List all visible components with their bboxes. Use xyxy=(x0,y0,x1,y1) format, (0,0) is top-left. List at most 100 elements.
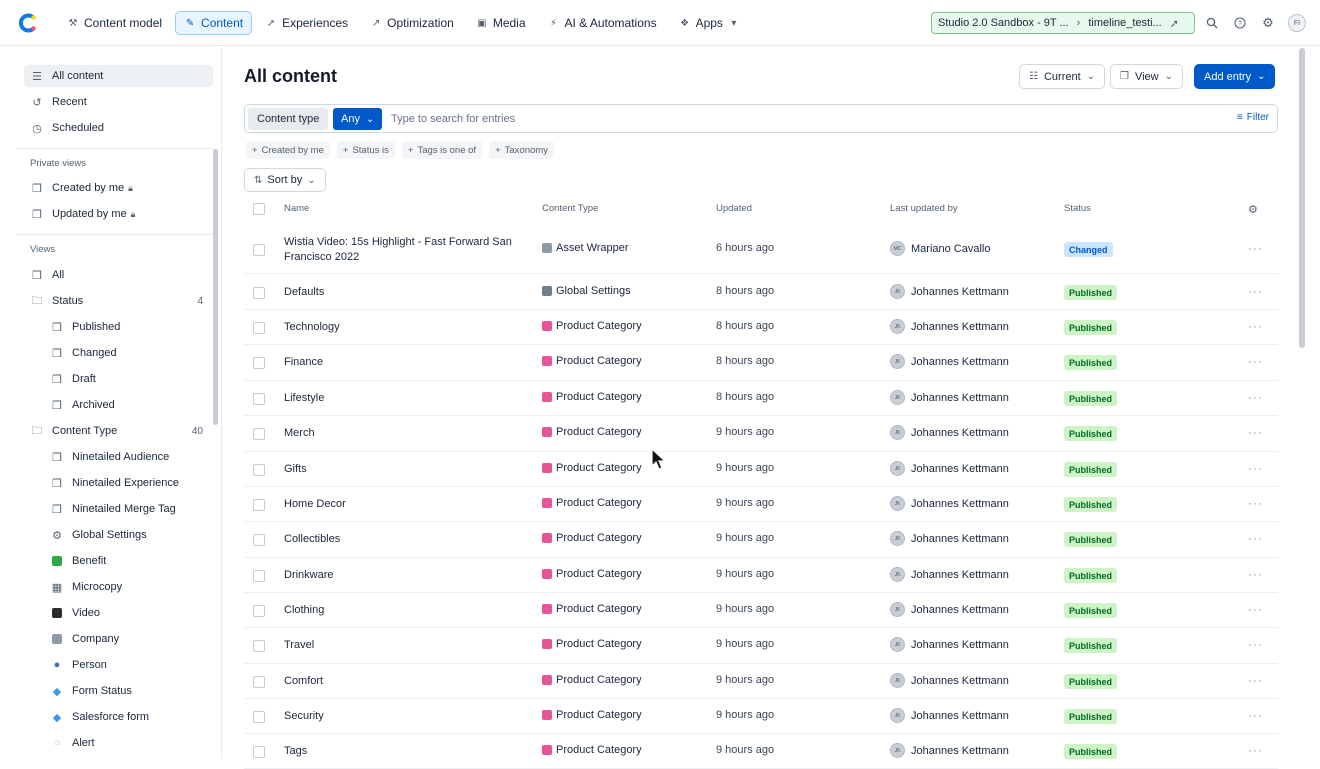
sidebar-item-all[interactable]: ❒ All xyxy=(24,264,213,286)
sidebar-item-form-status[interactable]: ◆ Form Status xyxy=(44,680,204,702)
sidebar-folder-content-type[interactable]: 🗀︎ Content Type 40 xyxy=(24,420,213,442)
table-row[interactable]: Security Product Category 9 hours ago JK Joh… xyxy=(244,699,1278,734)
sidebar-item-all-content[interactable]: ☰ All content xyxy=(24,65,213,87)
help-icon[interactable]: ? xyxy=(1232,15,1248,31)
more-options-icon[interactable]: ··· xyxy=(1248,425,1263,439)
sidebar-folder-status[interactable]: 🗀︎ Status 4 xyxy=(24,290,213,312)
row-checkbox[interactable] xyxy=(253,746,265,758)
entry-name[interactable]: Collectibles xyxy=(284,532,524,547)
sort-by-button[interactable]: ⇅ Sort by ⌄ xyxy=(244,168,326,192)
gear-icon[interactable]: ⚙ xyxy=(1260,15,1276,31)
sidebar-item-scheduled[interactable]: ◷ Scheduled xyxy=(24,117,213,139)
entry-name[interactable]: Travel xyxy=(284,638,524,653)
sidebar-item-microcopy[interactable]: ▦ Microcopy xyxy=(44,576,204,598)
more-options-icon[interactable]: ··· xyxy=(1248,673,1263,687)
entry-name[interactable]: Comfort xyxy=(284,674,524,689)
column-header-status[interactable]: Status xyxy=(1064,203,1091,214)
row-checkbox[interactable] xyxy=(253,244,265,256)
filter-button[interactable]: ≡ Filter xyxy=(1237,112,1269,123)
row-checkbox[interactable] xyxy=(253,322,265,334)
environment-switcher[interactable]: Studio 2.0 Sandbox - 9T ... › timeline_t… xyxy=(931,12,1195,34)
row-checkbox[interactable] xyxy=(253,640,265,652)
gear-icon[interactable]: ⚙ xyxy=(1248,203,1258,216)
nav-ai-automations[interactable]: ⚡ AI & Automations xyxy=(539,11,666,35)
table-row[interactable]: Wistia Video: 15s Highlight - Fast Forwa… xyxy=(244,225,1278,274)
table-row[interactable]: Clothing Product Category 9 hours ago JK Joh… xyxy=(244,593,1278,628)
chip-created-by-me[interactable]: + Created by me xyxy=(246,141,330,159)
sidebar-item-archived[interactable]: ❒ Archived xyxy=(44,394,204,416)
sidebar-item-updated-by-me[interactable]: ❒ Updated by me 🔒︎ xyxy=(24,203,213,225)
sidebar-scrollbar[interactable] xyxy=(213,149,218,425)
row-checkbox[interactable] xyxy=(253,570,265,582)
column-header-updated[interactable]: Updated xyxy=(716,203,752,214)
table-row[interactable]: Travel Product Category 9 hours ago JK Johan… xyxy=(244,628,1278,664)
current-release-button[interactable]: ☷ Current ⌄ xyxy=(1019,64,1106,89)
search-icon[interactable] xyxy=(1204,15,1220,31)
entry-name[interactable]: Defaults xyxy=(284,285,524,300)
sidebar-item-benefit[interactable]: Benefit xyxy=(44,550,204,572)
row-checkbox[interactable] xyxy=(253,428,265,440)
chip-taxonomy[interactable]: + Taxonomy xyxy=(489,141,554,159)
sidebar-item-draft[interactable]: ❒ Draft xyxy=(44,368,204,390)
select-all-checkbox[interactable] xyxy=(253,203,265,215)
content-type-any-dropdown[interactable]: Any ⌄ xyxy=(333,108,383,130)
row-checkbox[interactable] xyxy=(253,499,265,511)
sidebar-item-alert[interactable]: ○ Alert xyxy=(44,732,204,754)
nav-content-model[interactable]: ⚒ Content model xyxy=(58,11,171,35)
more-options-icon[interactable]: ··· xyxy=(1248,637,1263,651)
table-row[interactable]: Lifestyle Product Category 8 hours ago JK Jo… xyxy=(244,381,1278,416)
sidebar-item-ninetailed-merge-tag[interactable]: ❒ Ninetailed Merge Tag xyxy=(44,498,204,520)
chip-status-is[interactable]: + Status is xyxy=(336,141,395,159)
entry-name[interactable]: Lifestyle xyxy=(284,391,524,406)
more-options-icon[interactable]: ··· xyxy=(1248,284,1263,298)
more-options-icon[interactable]: ··· xyxy=(1248,390,1263,404)
user-avatar[interactable]: FI xyxy=(1288,14,1306,32)
column-header-content-type[interactable]: Content Type xyxy=(542,203,598,214)
table-row[interactable]: Collectibles Product Category 9 hours ago J… xyxy=(244,522,1278,558)
table-row[interactable]: Defaults Global Settings 8 hours ago JK Joha… xyxy=(244,275,1278,310)
sidebar-item-ninetailed-audience[interactable]: ❒ Ninetailed Audience xyxy=(44,446,204,468)
sidebar-item-changed[interactable]: ❒ Changed xyxy=(44,342,204,364)
entry-name[interactable]: Home Decor xyxy=(284,497,524,512)
add-entry-button[interactable]: Add entry ⌄ xyxy=(1194,64,1276,89)
nav-experiences[interactable]: ➚ Experiences xyxy=(256,11,357,35)
more-options-icon[interactable]: ··· xyxy=(1248,461,1263,475)
column-header-last-updated-by[interactable]: Last updated by xyxy=(890,203,958,214)
row-checkbox[interactable] xyxy=(253,357,265,369)
table-row[interactable]: Comfort Product Category 9 hours ago JK Joha… xyxy=(244,664,1278,699)
table-row[interactable]: Gifts Product Category 9 hours ago JK Johann… xyxy=(244,452,1278,487)
table-row[interactable]: Technology Product Category 8 hours ago JK J… xyxy=(244,310,1278,345)
more-options-icon[interactable]: ··· xyxy=(1248,354,1263,368)
sidebar-item-salesforce-form[interactable]: ◆ Salesforce form xyxy=(44,706,204,728)
table-row[interactable]: Merch Product Category 9 hours ago JK Johann… xyxy=(244,416,1278,452)
sidebar-item-published[interactable]: ❒ Published xyxy=(44,316,204,338)
entry-name[interactable]: Drinkware xyxy=(284,568,524,583)
nav-apps[interactable]: ❖ Apps ▾ xyxy=(670,11,749,35)
sidebar-item-ninetailed-experience[interactable]: ❒ Ninetailed Experience xyxy=(44,472,204,494)
entry-name[interactable]: Gifts xyxy=(284,462,524,477)
row-checkbox[interactable] xyxy=(253,605,265,617)
column-header-name[interactable]: Name xyxy=(284,203,309,214)
chip-tags-is-one-of[interactable]: + Tags is one of xyxy=(401,141,483,159)
entry-name[interactable]: Finance xyxy=(284,355,524,370)
contentful-logo[interactable] xyxy=(18,12,40,34)
more-options-icon[interactable]: ··· xyxy=(1248,241,1263,255)
table-row[interactable]: Finance Product Category 8 hours ago JK Joha… xyxy=(244,345,1278,381)
sidebar-item-global-settings[interactable]: ⚙ Global Settings xyxy=(44,524,204,546)
row-checkbox[interactable] xyxy=(253,711,265,723)
sidebar-item-created-by-me[interactable]: ❒ Created by me 🔒︎ xyxy=(24,177,213,199)
entry-name[interactable]: Clothing xyxy=(284,603,524,618)
row-checkbox[interactable] xyxy=(253,464,265,476)
entry-name[interactable]: Security xyxy=(284,709,524,724)
row-checkbox[interactable] xyxy=(253,393,265,405)
more-options-icon[interactable]: ··· xyxy=(1248,708,1263,722)
entry-name[interactable]: Tags xyxy=(284,744,524,759)
table-row[interactable]: Home Decor Product Category 9 hours ago JK J… xyxy=(244,487,1278,522)
nav-media[interactable]: ▣ Media xyxy=(467,11,535,35)
nav-optimization[interactable]: ↗ Optimization xyxy=(361,11,463,35)
entry-name[interactable]: Merch xyxy=(284,426,524,441)
nav-content[interactable]: ✎ Content xyxy=(175,11,253,35)
entry-name[interactable]: Technology xyxy=(284,320,524,335)
more-options-icon[interactable]: ··· xyxy=(1248,743,1263,757)
more-options-icon[interactable]: ··· xyxy=(1248,496,1263,510)
